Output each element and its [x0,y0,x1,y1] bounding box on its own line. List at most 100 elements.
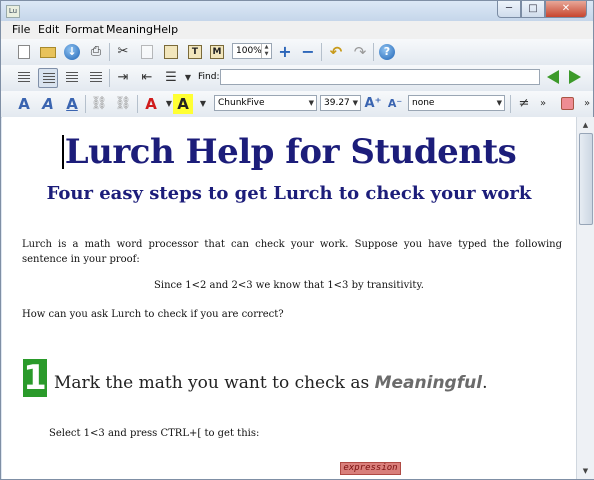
help-button[interactable]: ? [377,42,397,62]
chevron-down-icon: ▼ [199,99,207,108]
font-shrink-button[interactable]: A⁻ [385,94,405,114]
meaning-bubble-button[interactable] [558,94,578,114]
scroll-thumb[interactable] [579,133,593,225]
font-grow-button[interactable]: A⁺ [363,94,383,114]
align-right-button[interactable] [62,68,82,88]
new-document-button[interactable] [14,42,34,62]
app-window: Lu ─ □ ✕ File Edit Format Meaning Help ↓… [0,0,594,480]
justify-button[interactable] [86,68,106,88]
underline-button[interactable]: A [62,94,82,114]
undo-button[interactable]: ↶ [326,42,346,62]
highlight-color-button[interactable]: A [173,94,193,114]
more-toolbar-button[interactable]: » [533,94,553,114]
intro-paragraph: Lurch is a math word processor that can … [22,239,562,265]
app-icon: Lu [6,5,20,18]
plus-icon: + [278,42,292,61]
help-icon: ? [379,44,395,60]
chevron-down-icon: ▼ [496,99,502,107]
find-previous-icon[interactable] [547,70,559,84]
menu-edit[interactable]: Edit [38,23,59,36]
zoom-value: 100% [236,46,262,56]
find-label: Find: [198,72,220,82]
font-shrink-icon: A⁻ [387,97,403,110]
instruction-paragraph: Select 1<3 and press CTRL+[ to get this: [49,428,260,439]
zoom-field[interactable]: 100% ▲ ▼ [232,43,272,59]
copy-icon [141,45,153,59]
style-select[interactable]: none ▼ [408,95,505,111]
text-color-icon: A [145,95,157,113]
window-controls: ─ □ ✕ [497,1,587,18]
chevron-down-icon: ▼ [352,99,358,107]
font-grow-icon: A⁺ [364,96,382,111]
scroll-up-arrow-icon[interactable]: ▲ [577,117,594,133]
unlink-button[interactable]: ⛓ [113,94,133,114]
save-icon: ↓ [64,44,80,60]
question-paragraph: How can you ask Lurch to check if you ar… [22,309,284,320]
list-icon: ☰ [165,70,177,85]
highlight-icon: A [177,95,189,113]
print-button[interactable]: ⎙ [86,42,106,62]
menu-format[interactable]: Format [65,23,104,36]
cut-button[interactable]: ✂ [113,42,133,62]
minimize-button[interactable]: ─ [497,1,521,18]
justify-icon [90,72,102,84]
open-button[interactable] [38,42,58,62]
bubble-color-icon [561,97,574,110]
align-left-button[interactable] [14,68,34,88]
step-number-badge: 1 [23,358,47,398]
underline-icon: A [66,95,78,113]
align-center-button[interactable] [38,68,58,88]
scroll-down-arrow-icon[interactable]: ▼ [577,463,594,479]
bold-icon: A [18,95,30,113]
redo-icon: ↷ [353,43,367,61]
document-area[interactable]: Lurch Help for Students Four easy steps … [2,117,576,479]
maximize-button[interactable]: □ [521,1,545,18]
font-size-select[interactable]: 39.27 ▼ [320,95,361,111]
title-bar[interactable]: Lu ─ □ ✕ [1,1,593,21]
copy-button[interactable] [137,42,157,62]
italic-button[interactable]: A [38,94,58,114]
paste-text-button[interactable]: T [185,42,205,62]
expression-bubble-label[interactable]: expression [340,462,401,475]
outdent-button[interactable]: ⇤ [137,68,157,88]
find-input[interactable] [220,69,540,85]
font-size-value: 39.27 [324,98,350,108]
style-value: none [412,98,435,108]
paste-meaning-button[interactable]: M [207,42,227,62]
align-center-icon [43,73,55,85]
not-equal-button[interactable]: ≠ [514,94,534,114]
zoom-in-button[interactable]: + [275,42,295,62]
paste-text-icon: T [188,45,202,59]
bold-button[interactable]: A [14,94,34,114]
step-text-before: Mark the math you want to check as [54,373,375,393]
font-name-select[interactable]: ChunkFive ▼ [214,95,317,111]
paste-meaning-icon: M [210,45,224,59]
menu-help[interactable]: Help [153,23,178,36]
close-button[interactable]: ✕ [545,1,587,18]
printer-icon: ⎙ [90,44,102,59]
menu-meaning[interactable]: Meaning [106,23,153,36]
chevron-right-icon: » [539,98,547,109]
find-next-icon[interactable] [569,70,581,84]
outdent-icon: ⇤ [141,70,153,85]
zoom-spinner[interactable]: ▲ ▼ [261,44,271,58]
font-name-value: ChunkFive [218,98,265,108]
link-icon: ⛓ [90,96,108,111]
more-toolbar-button-2[interactable]: » [577,94,594,114]
paste-button[interactable] [161,42,181,62]
step-heading: Mark the math you want to check as Meani… [54,373,487,393]
text-color-button[interactable]: A [141,94,161,114]
align-left-icon [18,72,30,84]
redo-button[interactable]: ↷ [350,42,370,62]
menu-bar: File Edit Format Meaning Help [1,21,593,39]
menu-file[interactable]: File [12,23,30,36]
indent-button[interactable]: ⇥ [113,68,133,88]
chevron-right-icon: » [583,98,591,109]
save-button[interactable]: ↓ [62,42,82,62]
chevron-down-icon: ▼ [184,73,192,82]
link-button[interactable]: ⛓ [89,94,109,114]
list-dropdown[interactable]: ▼ [178,68,198,88]
highlight-color-dropdown[interactable]: ▼ [193,94,213,114]
zoom-out-button[interactable]: − [298,42,318,62]
vertical-scrollbar[interactable]: ▲ ▼ [576,117,594,479]
